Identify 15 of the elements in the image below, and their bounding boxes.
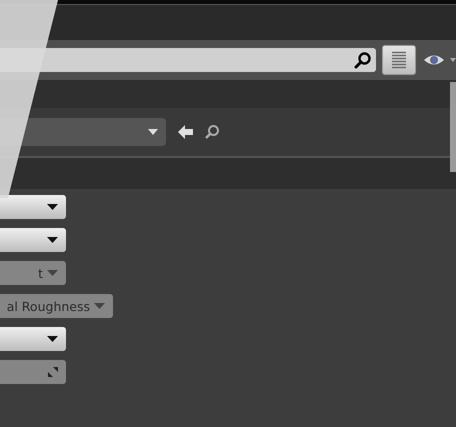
search-icon[interactable]: [354, 51, 372, 69]
caret-icon: [94, 303, 105, 309]
caret-icon: [47, 237, 58, 243]
expand-icon: [48, 367, 58, 377]
caret-icon: [47, 336, 58, 342]
property-dropdown[interactable]: [0, 327, 66, 351]
property-dropdown[interactable]: [0, 195, 66, 219]
property-dropdown[interactable]: [0, 228, 66, 252]
caret-icon: [148, 129, 158, 135]
list-icon: [391, 51, 407, 69]
caret-icon: [47, 204, 58, 210]
back-arrow-icon[interactable]: [178, 125, 194, 139]
list-view-button[interactable]: [382, 45, 416, 75]
caret-icon: [47, 270, 58, 276]
scrollbar[interactable]: [450, 82, 456, 172]
